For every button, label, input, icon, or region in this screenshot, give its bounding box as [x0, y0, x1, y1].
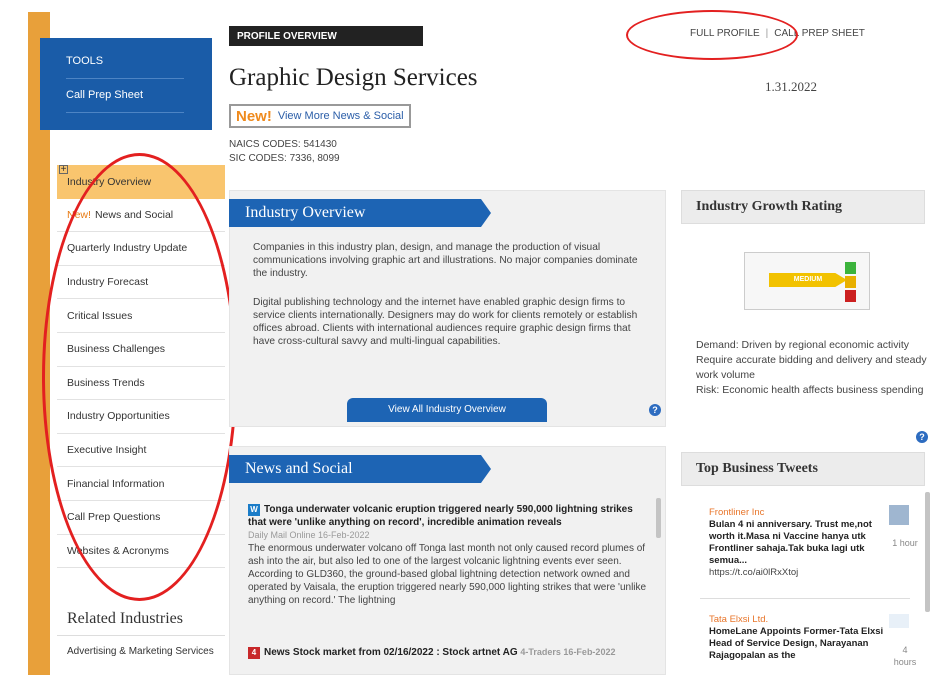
rating-arrow: MEDIUM — [769, 273, 847, 287]
page-title: Graphic Design Services — [229, 64, 478, 91]
report-date: 1.31.2022 — [765, 79, 817, 94]
tweet-avatar-icon — [889, 505, 909, 525]
industry-overview-heading: Industry Overview — [229, 199, 491, 227]
tools-divider — [66, 112, 184, 113]
tweet-time: 1 hour — [892, 538, 918, 548]
tools-label: TOOLS — [66, 55, 104, 67]
growth-details: Demand: Driven by regional economic acti… — [696, 338, 931, 398]
help-icon[interactable]: ? — [649, 404, 661, 416]
news-source: Daily Mail Online 16-Feb-2022 — [248, 530, 370, 540]
demand-text: Demand: Driven by regional economic acti… — [696, 339, 910, 351]
news-item[interactable]: 4 News Stock market from 02/16/2022 : Sto… — [248, 646, 653, 659]
tweet-text: Bulan 4 ni anniversary. Trust me,not wor… — [709, 519, 872, 566]
view-more-news-button[interactable]: New! View More News & Social — [229, 104, 411, 128]
industry-codes: NAICS CODES: 541430 SIC CODES: 7336, 809… — [229, 138, 340, 166]
news-scrollbar[interactable] — [656, 498, 661, 538]
overview-paragraph-2: Digital publishing technology and the in… — [253, 297, 638, 347]
profile-overview-tag: PROFILE OVERVIEW — [229, 26, 423, 46]
related-divider — [57, 635, 225, 636]
expand-icon[interactable]: + — [59, 165, 68, 175]
call-prep-sheet-link[interactable]: Call Prep Sheet — [66, 88, 212, 102]
news-item[interactable]: W Tonga underwater volcanic eruption trig… — [248, 503, 653, 607]
tweet-item[interactable]: Frontliner Inc Bulan 4 ni anniversary. T… — [709, 507, 918, 579]
tweet-divider — [700, 598, 910, 599]
annotation-circle-nav — [42, 153, 237, 601]
growth-rating-meter: MEDIUM — [744, 252, 870, 310]
red-light-icon — [845, 290, 856, 302]
news-headline[interactable]: News Stock market from 02/16/2022 : Stoc… — [264, 647, 518, 658]
green-light-icon — [845, 262, 856, 274]
news-source-icon: W — [248, 504, 260, 516]
news-source: 4-Traders 16-Feb-2022 — [520, 647, 616, 657]
related-industry-link[interactable]: Advertising & Marketing Services — [67, 645, 217, 658]
tools-panel: TOOLS Call Prep Sheet — [40, 38, 212, 130]
new-badge: New! — [236, 107, 272, 125]
tweet-company[interactable]: Tata Elxsi Ltd. — [709, 614, 914, 626]
annotation-circle-top — [626, 10, 798, 60]
yellow-light-icon — [845, 276, 856, 288]
news-source-icon: 4 — [248, 647, 260, 659]
news-body: The enormous underwater volcano off Tong… — [248, 543, 647, 606]
news-headline[interactable]: Tonga underwater volcanic eruption trigg… — [248, 504, 633, 528]
tweets-scrollbar[interactable] — [925, 492, 930, 612]
tweet-time: 4 hours — [893, 645, 917, 667]
tweet-url[interactable]: https://t.co/ai0lRxXtoj — [709, 567, 914, 579]
growth-rating-heading: Industry Growth Rating — [681, 190, 925, 224]
news-social-heading: News and Social — [229, 455, 491, 483]
naics-codes: NAICS CODES: 541430 — [229, 139, 337, 150]
help-icon[interactable]: ? — [916, 431, 928, 443]
tweet-avatar-icon — [889, 614, 909, 628]
require-text: Require accurate bidding and delivery an… — [696, 354, 927, 381]
tweet-text: HomeLane Appoints Former-Tata Elxsi Head… — [709, 626, 884, 661]
risk-text: Risk: Economic health affects business s… — [696, 384, 924, 396]
sic-codes: SIC CODES: 7336, 8099 — [229, 153, 340, 164]
tweet-company[interactable]: Frontliner Inc — [709, 507, 914, 519]
view-all-overview-button[interactable]: View All Industry Overview — [347, 398, 547, 422]
top-tweets-heading: Top Business Tweets — [681, 452, 925, 486]
overview-paragraph-1: Companies in this industry plan, design,… — [253, 242, 638, 279]
tools-divider — [66, 78, 184, 79]
tweet-item[interactable]: Tata Elxsi Ltd. HomeLane Appoints Former… — [709, 614, 916, 667]
view-more-news-label: View More News & Social — [277, 110, 404, 122]
related-industries-heading: Related Industries — [67, 610, 183, 627]
